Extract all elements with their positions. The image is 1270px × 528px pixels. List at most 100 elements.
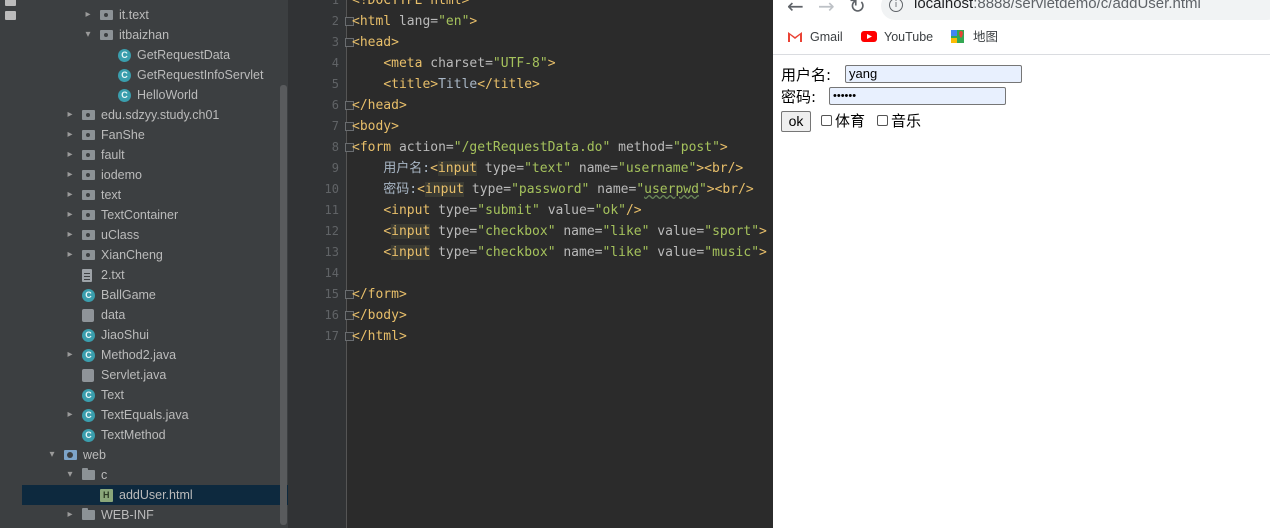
- tree-item[interactable]: Servlet.java: [22, 365, 288, 385]
- chevron-down-icon[interactable]: ▾: [46, 445, 58, 465]
- password-input[interactable]: ••••••: [829, 87, 1006, 105]
- class-icon: C: [82, 289, 95, 302]
- code-line[interactable]: 用户名:<input type="text" name="username"><…: [352, 158, 743, 179]
- code-line[interactable]: <title>Title</title>: [352, 74, 540, 95]
- chevron-right-icon[interactable]: ▸: [64, 405, 76, 425]
- tree-item[interactable]: ▸ WEB-INF: [22, 505, 288, 525]
- tree-item[interactable]: 2.txt: [22, 265, 288, 285]
- code-line[interactable]: 密码:<input type="password" name="userpwd"…: [352, 179, 754, 200]
- code-line[interactable]: </form>: [352, 284, 407, 305]
- code-line[interactable]: </html>: [352, 326, 407, 347]
- tree-item[interactable]: ▸ C TextEquals.java: [22, 405, 288, 425]
- code-line[interactable]: <input type="submit" value="ok"/>: [352, 200, 641, 221]
- class-icon: C: [82, 349, 95, 362]
- bookmark-maps[interactable]: 地图: [973, 28, 998, 46]
- tree-item[interactable]: C Text: [22, 385, 288, 405]
- tree-item[interactable]: ▸ fault: [22, 145, 288, 165]
- code-token: 用户名:: [352, 161, 431, 176]
- back-icon[interactable]: ←: [787, 0, 804, 18]
- code-line[interactable]: <body>: [352, 116, 399, 137]
- tree-item[interactable]: ▸ XianCheng: [22, 245, 288, 265]
- code-token: "post": [672, 140, 720, 155]
- tree-item[interactable]: C JiaoShui: [22, 325, 288, 345]
- tree-item[interactable]: ▸ iodemo: [22, 165, 288, 185]
- folder-icon[interactable]: [5, 11, 16, 20]
- tree-item[interactable]: ▸ edu.sdzyy.study.ch01: [22, 105, 288, 125]
- chevron-right-icon[interactable]: ▸: [64, 205, 76, 225]
- password-label: 密码:: [781, 88, 817, 106]
- project-scrollbar[interactable]: [280, 85, 287, 525]
- code-token: "checkbox": [477, 245, 564, 260]
- chevron-right-icon[interactable]: ▸: [64, 505, 76, 525]
- tree-item[interactable]: C GetRequestInfoServlet: [22, 65, 288, 85]
- structure-icon[interactable]: [5, 0, 16, 6]
- code-token: charset=: [430, 56, 493, 71]
- tree-item[interactable]: ▸ TextContainer: [22, 205, 288, 225]
- code-line[interactable]: <!DOCTYPE html>: [352, 0, 469, 11]
- code-token: "submit": [477, 203, 548, 218]
- bookmark-youtube[interactable]: YouTube: [884, 28, 933, 46]
- code-line[interactable]: <html lang="en">: [352, 11, 477, 32]
- code-line[interactable]: <meta charset="UTF-8">: [352, 53, 555, 74]
- chevron-right-icon[interactable]: ▸: [64, 225, 76, 245]
- chevron-right-icon[interactable]: ▸: [82, 5, 94, 25]
- chevron-down-icon[interactable]: ▾: [82, 25, 94, 45]
- tree-item[interactable]: ▾ web: [22, 445, 288, 465]
- bookmark-gmail[interactable]: Gmail: [810, 28, 843, 46]
- tree-item[interactable]: ▾ c: [22, 465, 288, 485]
- chevron-right-icon[interactable]: ▸: [64, 145, 76, 165]
- tree-item[interactable]: C TextMethod: [22, 425, 288, 445]
- tree-item-label: BallGame: [101, 288, 156, 302]
- tree-item[interactable]: ▸ C Method2.java: [22, 345, 288, 365]
- tree-item-label: XianCheng: [101, 248, 163, 262]
- url-text[interactable]: localhost:8888/servletdemo/c/addUser.htm…: [914, 0, 1201, 12]
- address-bar[interactable]: i localhost:8888/servletdemo/c/addUser.h…: [881, 0, 1270, 20]
- code-editor[interactable]: 1 2 3 4 5 6 7 8 9 10 11 12 13 14 15 16 17 <!DOCTYPE html…: [288, 0, 773, 528]
- username-input[interactable]: yang: [845, 65, 1022, 83]
- sport-checkbox[interactable]: [821, 115, 832, 126]
- reload-icon[interactable]: ↻: [849, 0, 866, 18]
- tree-item[interactable]: addUser.html: [22, 485, 288, 505]
- forward-icon[interactable]: →: [818, 0, 835, 18]
- code-line[interactable]: </body>: [352, 305, 407, 326]
- tree-item[interactable]: C BallGame: [22, 285, 288, 305]
- code-token: <!DOCTYPE html>: [352, 0, 470, 8]
- code-token: input: [424, 182, 465, 197]
- music-checkbox[interactable]: [877, 115, 888, 126]
- chevron-right-icon[interactable]: ▸: [64, 245, 76, 265]
- chevron-right-icon[interactable]: ▸: [64, 345, 76, 365]
- class-icon: C: [82, 329, 95, 342]
- tree-item[interactable]: data: [22, 305, 288, 325]
- tree-item[interactable]: ▸ uClass: [22, 225, 288, 245]
- gutter-divider: [346, 0, 347, 528]
- tree-item[interactable]: C HelloWorld: [22, 85, 288, 105]
- code-line[interactable]: <form action="/getRequestData.do" method…: [352, 137, 728, 158]
- code-token: "music": [704, 245, 760, 260]
- tree-item[interactable]: ▸ text: [22, 185, 288, 205]
- package-icon: [82, 110, 95, 120]
- code-line[interactable]: <head>: [352, 32, 399, 53]
- tree-item[interactable]: ▸ FanShe: [22, 125, 288, 145]
- text-file-icon: [82, 269, 92, 282]
- tree-item-label: Method2.java: [101, 348, 177, 362]
- chevron-right-icon[interactable]: ▸: [64, 125, 76, 145]
- chevron-right-icon[interactable]: ▸: [64, 105, 76, 125]
- tree-item[interactable]: ▸ it.text: [22, 5, 288, 25]
- code-token: action=: [398, 140, 454, 155]
- code-token: "ok": [594, 203, 626, 218]
- tree-item[interactable]: ▾ itbaizhan: [22, 25, 288, 45]
- code-line[interactable]: <input type="checkbox" name="like" value…: [352, 242, 767, 263]
- chevron-right-icon[interactable]: ▸: [64, 165, 76, 185]
- tree-item[interactable]: C GetRequestData: [22, 45, 288, 65]
- code-line[interactable]: </head>: [352, 95, 407, 116]
- info-icon[interactable]: i: [889, 0, 903, 12]
- line-number: 9: [331, 161, 339, 175]
- chevron-down-icon[interactable]: ▾: [64, 465, 76, 485]
- code-token: input: [437, 161, 478, 176]
- line-gutter: 1 2 3 4 5 6 7 8 9 10 11 12 13 14 15 16 17: [288, 0, 347, 528]
- code-token: value=: [547, 203, 595, 218]
- submit-button[interactable]: ok: [781, 111, 811, 132]
- code-line[interactable]: <input type="checkbox" name="like" value…: [352, 221, 767, 242]
- chevron-right-icon[interactable]: ▸: [64, 185, 76, 205]
